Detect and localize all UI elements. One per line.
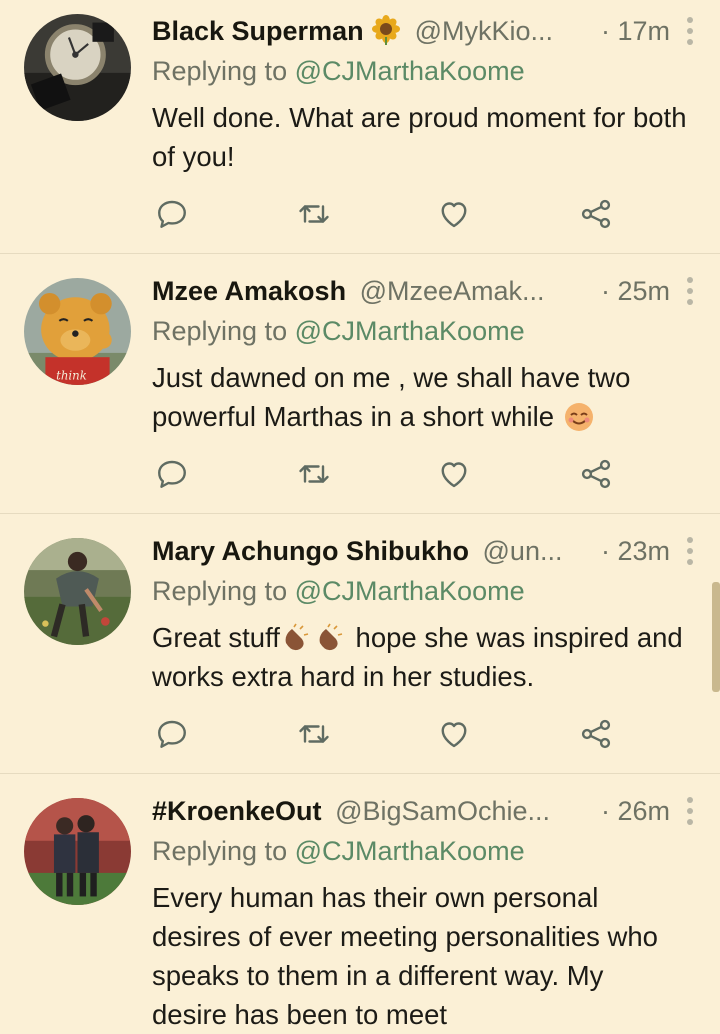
share-icon[interactable] bbox=[576, 714, 616, 754]
action-bar bbox=[152, 714, 700, 754]
clapping-hands-emoji bbox=[314, 623, 348, 653]
replying-to: Replying to @CJMarthaKoome bbox=[152, 572, 525, 610]
tweet-header: #KroenkeOut @BigSamOchie... · 26m bbox=[152, 792, 700, 830]
reply-icon[interactable] bbox=[152, 714, 192, 754]
avatar[interactable] bbox=[24, 538, 131, 645]
retweet-icon[interactable] bbox=[294, 194, 334, 234]
tweet-text: Great stuff hope she was inspired and wo… bbox=[152, 618, 692, 696]
tweet-header: Mary Achungo Shibukho @un... · 23m bbox=[152, 532, 700, 570]
user-handle[interactable]: @un... bbox=[483, 536, 563, 566]
user-handle[interactable]: @MzeeAmak... bbox=[360, 276, 545, 306]
tweet-text: Well done. What are proud moment for bot… bbox=[152, 102, 687, 172]
tweet-2[interactable]: think Mzee Amakosh @MzeeAmak... · 25m Re… bbox=[0, 254, 720, 514]
heart-icon[interactable] bbox=[434, 714, 474, 754]
retweet-icon[interactable] bbox=[294, 454, 334, 494]
tweet-header: Black Superman @MykKio... · 17m bbox=[152, 12, 700, 50]
tweet-text-part1: Great stuff bbox=[152, 622, 280, 653]
avatar[interactable] bbox=[24, 798, 131, 905]
more-vertical-icon[interactable] bbox=[680, 534, 700, 568]
heart-icon[interactable] bbox=[434, 454, 474, 494]
mention-link[interactable]: @CJMarthaKoome bbox=[295, 56, 525, 86]
tweet-text-content: Just dawned on me , we shall have two po… bbox=[152, 362, 631, 432]
more-vertical-icon[interactable] bbox=[680, 274, 700, 308]
footballers-stadium bbox=[24, 798, 131, 905]
display-name[interactable]: Black Superman bbox=[152, 16, 364, 46]
action-bar bbox=[152, 454, 700, 494]
tweet-4[interactable]: #KroenkeOut @BigSamOchie... · 26m Replyi… bbox=[0, 774, 720, 1030]
display-name[interactable]: Mary Achungo Shibukho bbox=[152, 536, 469, 566]
tweet-text: Just dawned on me , we shall have two po… bbox=[152, 358, 692, 436]
watch-photo bbox=[24, 14, 131, 121]
avatar[interactable] bbox=[24, 14, 131, 121]
user-handle[interactable]: @MykKio... bbox=[415, 16, 553, 46]
timestamp: · 17m bbox=[600, 16, 670, 46]
tweet-1[interactable]: Black Superman @MykKio... · 17m Replying… bbox=[0, 0, 720, 254]
sunflower-emoji bbox=[371, 15, 401, 45]
timestamp: · 23m bbox=[600, 536, 670, 566]
reply-icon[interactable] bbox=[152, 194, 192, 234]
scrollbar-thumb[interactable] bbox=[712, 582, 720, 692]
reply-prefix: Replying to bbox=[152, 56, 288, 86]
timestamp: · 26m bbox=[600, 796, 670, 826]
user-handle[interactable]: @BigSamOchie... bbox=[335, 796, 550, 826]
display-name[interactable]: #KroenkeOut bbox=[152, 796, 322, 826]
share-icon[interactable] bbox=[576, 454, 616, 494]
winnie-the-pooh-think: think bbox=[24, 278, 131, 385]
smiling-face-emoji bbox=[562, 402, 596, 432]
tweet-text: Every human has their own personal desir… bbox=[152, 882, 658, 1030]
clapping-hands-emoji bbox=[280, 623, 314, 653]
share-icon[interactable] bbox=[576, 194, 616, 234]
replying-to: Replying to @CJMarthaKoome bbox=[152, 312, 525, 350]
mention-link[interactable]: @CJMarthaKoome bbox=[295, 316, 525, 346]
avatar-caption: think bbox=[56, 369, 87, 383]
mention-link[interactable]: @CJMarthaKoome bbox=[295, 836, 525, 866]
mention-link[interactable]: @CJMarthaKoome bbox=[295, 576, 525, 606]
action-bar bbox=[152, 194, 700, 234]
reply-prefix: Replying to bbox=[152, 316, 288, 346]
more-vertical-icon[interactable] bbox=[680, 794, 700, 828]
reply-icon[interactable] bbox=[152, 454, 192, 494]
reply-prefix: Replying to bbox=[152, 576, 288, 606]
replying-to: Replying to @CJMarthaKoome bbox=[152, 832, 525, 870]
tweet-3[interactable]: Mary Achungo Shibukho @un... · 23m Reply… bbox=[0, 514, 720, 774]
display-name[interactable]: Mzee Amakosh bbox=[152, 276, 346, 306]
replying-to: Replying to @CJMarthaKoome bbox=[152, 52, 525, 90]
more-vertical-icon[interactable] bbox=[680, 14, 700, 48]
heart-icon[interactable] bbox=[434, 194, 474, 234]
person-in-garden bbox=[24, 538, 131, 645]
tweet-header: Mzee Amakosh @MzeeAmak... · 25m bbox=[152, 272, 700, 310]
reply-prefix: Replying to bbox=[152, 836, 288, 866]
timestamp: · 25m bbox=[600, 276, 670, 306]
avatar[interactable]: think bbox=[24, 278, 131, 385]
retweet-icon[interactable] bbox=[294, 714, 334, 754]
